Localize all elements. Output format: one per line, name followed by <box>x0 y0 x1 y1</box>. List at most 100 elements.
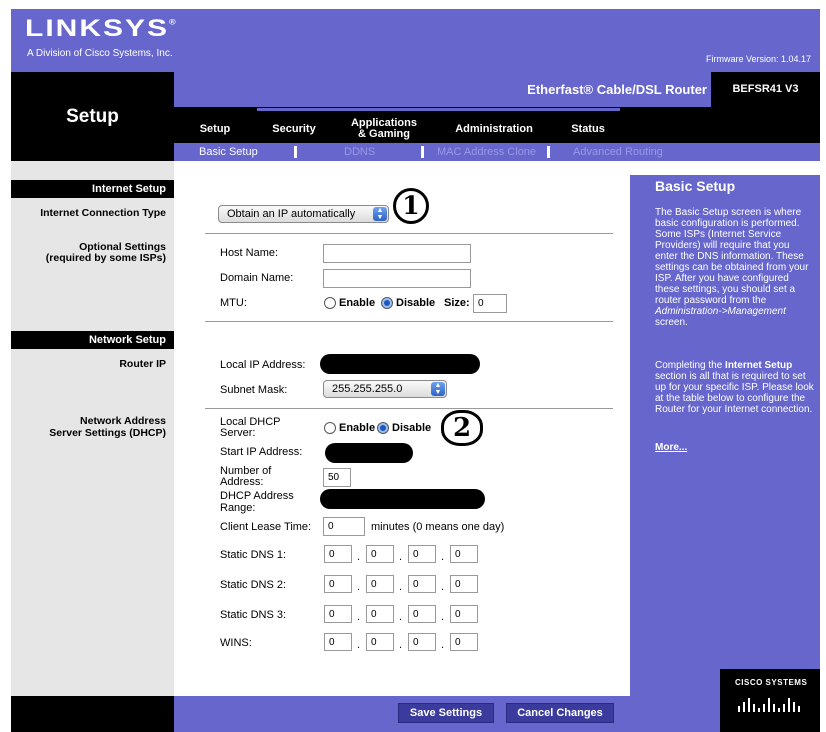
mtu-size-label: Size: <box>444 297 470 309</box>
subnav-mac-address-clone[interactable]: MAC Address Clone <box>437 146 536 158</box>
dns3-octet-4[interactable] <box>450 605 478 623</box>
tab-applications-line2: & Gaming <box>358 128 410 140</box>
subnav-separator <box>421 146 424 158</box>
subnav-ddns[interactable]: DDNS <box>344 146 375 158</box>
network-setup-heading: Network Setup <box>11 331 174 349</box>
dhcp-label-line2: Server Settings (DHCP) <box>49 427 166 439</box>
dns2-octet-1[interactable] <box>324 575 352 593</box>
ip-dot: . <box>441 581 445 593</box>
divider <box>205 321 613 322</box>
ip-dot: . <box>441 551 445 563</box>
dns3-octet-1[interactable] <box>324 605 352 623</box>
divider <box>205 408 613 409</box>
subnet-mask-value: 255.255.255.0 <box>332 383 403 395</box>
mtu-label: MTU: <box>220 297 247 309</box>
dns2-octet-2[interactable] <box>366 575 394 593</box>
help-p1-italic: Administration->Management <box>655 306 786 317</box>
wins-octet-4[interactable] <box>450 633 478 651</box>
product-name: Etherfast® Cable/DSL Router <box>527 82 707 97</box>
dns1-octet-1[interactable] <box>324 545 352 563</box>
help-p1-end: screen. <box>655 317 688 328</box>
dns3-octet-3[interactable] <box>408 605 436 623</box>
save-settings-button[interactable]: Save Settings <box>398 703 494 723</box>
ip-dot: . <box>441 639 445 651</box>
subnav-basic-setup[interactable]: Basic Setup <box>199 146 258 158</box>
lease-time-input[interactable] <box>323 517 365 536</box>
tab-setup[interactable]: Setup <box>186 124 244 135</box>
dhcp-label-line1: Network Address <box>80 415 166 427</box>
wins-label: WINS: <box>220 637 252 649</box>
connection-type-value: Obtain an IP automatically <box>227 208 356 220</box>
mtu-size-input[interactable] <box>473 294 507 313</box>
dns2-label: Static DNS 2: <box>220 579 287 591</box>
dns2-octet-4[interactable] <box>450 575 478 593</box>
wins-octet-1[interactable] <box>324 633 352 651</box>
subnet-mask-select[interactable]: 255.255.255.0 ▲ ▼ <box>323 380 447 398</box>
local-ip-label: Local IP Address: <box>220 359 306 371</box>
wins-octet-2[interactable] <box>366 633 394 651</box>
ip-dot: . <box>441 611 445 623</box>
divider <box>205 233 613 234</box>
dhcp-enable-label: Enable <box>339 422 376 434</box>
dns2-octet-3[interactable] <box>408 575 436 593</box>
help-paragraph-2: Completing the Internet Setup section is… <box>655 360 815 415</box>
tab-administration[interactable]: Administration <box>448 124 540 135</box>
mtu-disable-radio[interactable] <box>381 297 393 309</box>
dhcp-range-label-line2: Range: <box>220 502 256 514</box>
help-paragraph-1: The Basic Setup screen is where basic co… <box>655 207 815 328</box>
help-panel-top-gap <box>630 161 820 175</box>
ip-dot: . <box>357 551 361 563</box>
internet-setup-heading: Internet Setup <box>11 180 174 198</box>
select-arrows-icon: ▲ ▼ <box>373 207 387 221</box>
tab-applications-gaming[interactable]: Applications & Gaming <box>340 118 428 140</box>
host-name-input[interactable] <box>323 244 471 263</box>
wins-octet-3[interactable] <box>408 633 436 651</box>
mtu-enable-radio[interactable] <box>324 297 336 309</box>
dns1-octet-2[interactable] <box>366 545 394 563</box>
dhcp-enable-radio[interactable] <box>324 422 336 434</box>
model-name: BEFSR41 V3 <box>732 83 799 95</box>
firmware-version: Firmware Version: 1.04.17 <box>705 54 811 64</box>
redacted-local-ip <box>320 354 480 374</box>
select-arrows-icon: ▲ ▼ <box>431 382 445 396</box>
dns3-octet-2[interactable] <box>366 605 394 623</box>
cancel-changes-button[interactable]: Cancel Changes <box>506 703 614 723</box>
page-title: Setup <box>66 106 119 127</box>
number-of-address-label-line2: Address: <box>220 476 264 488</box>
dhcp-disable-radio[interactable] <box>377 422 389 434</box>
local-dhcp-label-line2: Server: <box>220 427 256 439</box>
redacted-dhcp-range <box>320 489 485 509</box>
help-more-link[interactable]: More... <box>655 442 687 453</box>
footer-left <box>11 696 174 732</box>
number-of-address-input[interactable] <box>323 468 351 487</box>
subnet-mask-label: Subnet Mask: <box>220 384 288 396</box>
subnav-separator <box>294 146 297 158</box>
logo-subtitle: A Division of Cisco Systems, Inc. <box>27 48 173 59</box>
help-p2-text-b: section is all that is required to set u… <box>655 371 814 415</box>
subnav-advanced-routing[interactable]: Advanced Routing <box>573 146 663 158</box>
connection-type-label: Internet Connection Type <box>40 207 166 219</box>
dns1-octet-4[interactable] <box>450 545 478 563</box>
ip-dot: . <box>399 639 403 651</box>
ip-dot: . <box>357 611 361 623</box>
tab-status[interactable]: Status <box>563 124 613 135</box>
domain-name-label: Domain Name: <box>220 272 294 284</box>
domain-name-input[interactable] <box>323 269 471 288</box>
connection-type-select[interactable]: Obtain an IP automatically ▲ ▼ <box>218 205 389 223</box>
optional-settings-note: (required by some ISPs) <box>45 252 166 264</box>
annotation-number-1: 1 <box>393 188 429 224</box>
cisco-bridge-icon <box>738 692 804 714</box>
subnav-separator <box>547 146 550 158</box>
start-ip-label: Start IP Address: <box>220 446 303 458</box>
dhcp-disable-label: Disable <box>392 422 432 434</box>
redacted-start-ip <box>325 443 413 463</box>
linksys-logo: LINKSYS® <box>25 15 176 42</box>
tab-accent-line <box>257 108 620 111</box>
ip-dot: . <box>399 551 403 563</box>
host-name-label: Host Name: <box>220 247 279 259</box>
tab-security[interactable]: Security <box>264 124 324 135</box>
lease-time-label: Client Lease Time: <box>220 521 312 533</box>
dns1-octet-3[interactable] <box>408 545 436 563</box>
mtu-disable-label: Disable <box>396 297 436 309</box>
dns3-label: Static DNS 3: <box>220 609 287 621</box>
